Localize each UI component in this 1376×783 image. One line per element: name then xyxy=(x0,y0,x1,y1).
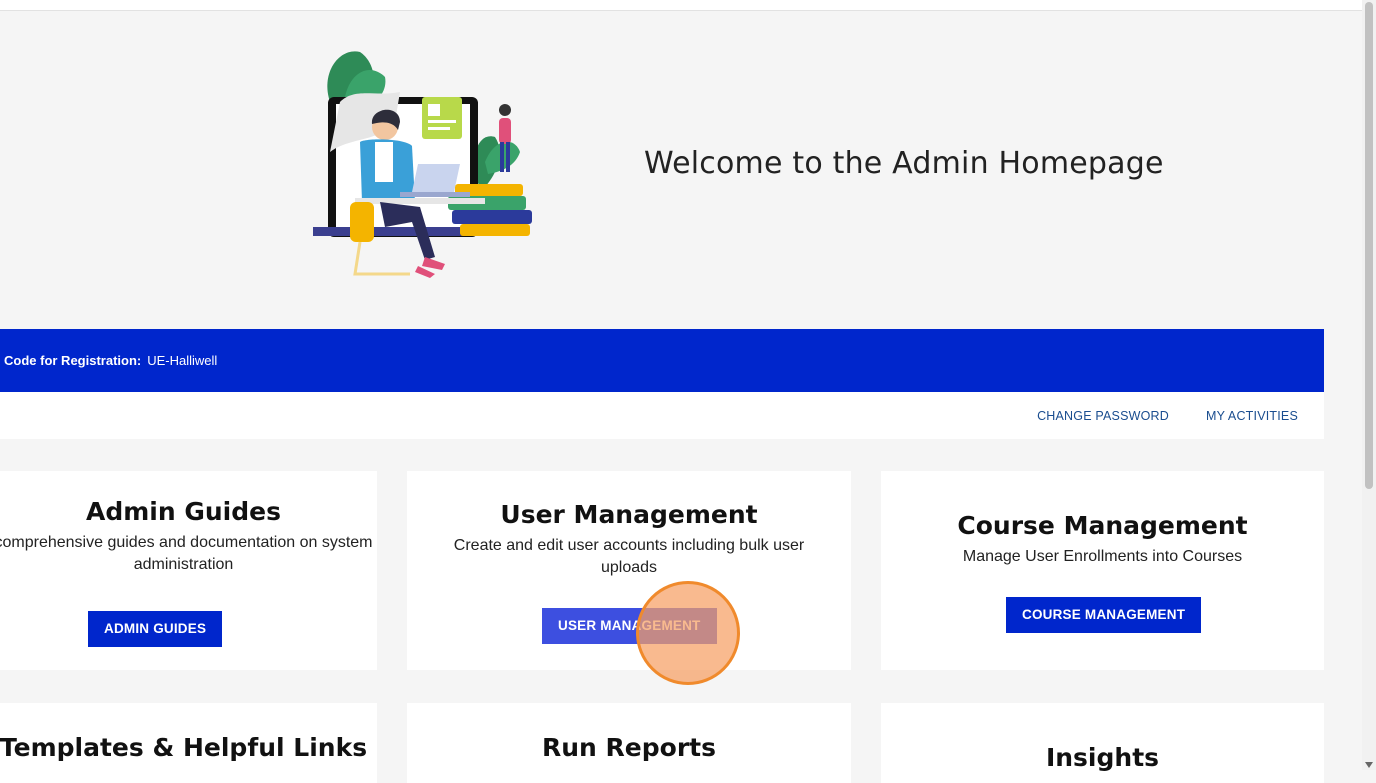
scrollbar-thumb[interactable] xyxy=(1365,2,1373,489)
account-links-bar: CHANGE PASSWORD MY ACTIVITIES xyxy=(0,392,1324,439)
user-management-card: User Management Create and edit user acc… xyxy=(407,471,851,670)
registration-label: Code for Registration: xyxy=(4,353,142,368)
page-title: Welcome to the Admin Homepage xyxy=(644,146,1164,181)
my-activities-link[interactable]: MY ACTIVITIES xyxy=(1206,409,1298,423)
registration-code: UE-Halliwell xyxy=(147,353,218,368)
person-at-laptop-illustration xyxy=(313,51,532,278)
change-password-link[interactable]: CHANGE PASSWORD xyxy=(1037,409,1169,423)
admin-guides-card: Admin Guides comprehensive guides and do… xyxy=(0,471,377,670)
user-management-description: Create and edit user accounts including … xyxy=(453,537,805,576)
run-reports-title: Run Reports xyxy=(542,733,716,762)
admin-guides-title: Admin Guides xyxy=(86,497,281,526)
registration-banner: Code for Registration: UE-Halliwell xyxy=(0,329,1324,392)
admin-guides-button[interactable]: ADMIN GUIDES xyxy=(88,611,223,647)
top-bar xyxy=(0,0,1362,11)
templates-title: Templates & Helpful Links xyxy=(0,733,368,762)
templates-card: Templates & Helpful Links xyxy=(0,703,377,783)
course-management-button[interactable]: COURSE MANAGEMENT xyxy=(1006,597,1202,633)
user-management-button[interactable]: USER MANAGEMENT xyxy=(542,608,717,644)
course-management-title: Course Management xyxy=(957,511,1248,540)
insights-title: Insights xyxy=(1045,743,1160,772)
admin-guides-description: comprehensive guides and documentation o… xyxy=(0,534,373,573)
course-management-description: Manage User Enrollments into Courses xyxy=(962,548,1243,565)
insights-card: Insights xyxy=(881,703,1324,783)
scroll-down-arrow-icon[interactable] xyxy=(1365,762,1373,768)
run-reports-card: Run Reports xyxy=(407,703,851,783)
user-management-title: User Management xyxy=(500,500,758,529)
vertical-scrollbar[interactable] xyxy=(1362,0,1376,770)
course-management-card: Course Management Manage User Enrollment… xyxy=(881,471,1324,670)
